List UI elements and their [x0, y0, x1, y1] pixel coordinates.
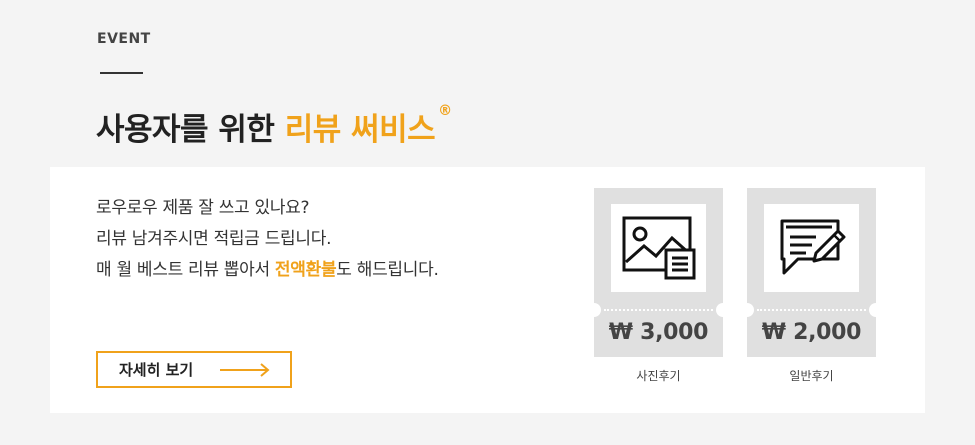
description-line: 매 월 베스트 리뷰 뽑아서 전액환불도 해드립니다. — [96, 255, 439, 286]
view-details-button[interactable]: 자세히 보기 — [96, 351, 292, 388]
full-refund-highlight: 전액환불 — [274, 260, 337, 280]
description-text: 도 해드립니다. — [336, 260, 439, 280]
ticket-notch — [740, 303, 754, 317]
title-prefix: 사용자를 위한 — [96, 112, 285, 148]
photo-review-icon — [622, 216, 695, 280]
ticket-icon-box — [611, 204, 706, 292]
ticket-perforation — [604, 309, 713, 311]
ticket-notch — [869, 303, 883, 317]
title-accent: 리뷰 써비스 — [284, 112, 436, 148]
view-details-label: 자세히 보기 — [119, 361, 194, 379]
review-service-card: 로우로우 제품 잘 쓰고 있나요? 리뷰 남겨주시면 적립금 드립니다. 매 월… — [50, 167, 925, 413]
title-divider — [100, 72, 143, 74]
service-description: 로우로우 제품 잘 쓰고 있나요? 리뷰 남겨주시면 적립금 드립니다. 매 월… — [96, 193, 439, 286]
text-review-reward: ₩ 2,000 — [761, 320, 862, 345]
ticket-notch — [587, 303, 601, 317]
event-label: EVENT — [97, 31, 151, 47]
photo-review-ticket: ₩ 3,000 — [587, 188, 730, 357]
arrow-right-icon — [220, 363, 270, 377]
text-review-caption: 일반후기 — [789, 369, 834, 383]
ticket-perforation — [757, 309, 866, 311]
review-event-banner: EVENT 사용자를 위한 리뷰 써비스® 로우로우 제품 잘 쓰고 있나요? … — [0, 0, 975, 445]
description-text: 매 월 베스트 리뷰 뽑아서 — [96, 260, 275, 280]
photo-review-caption: 사진후기 — [636, 369, 681, 383]
description-line: 로우로우 제품 잘 쓰고 있나요? — [96, 198, 310, 218]
registered-mark: ® — [438, 102, 452, 119]
text-review-icon — [780, 219, 845, 275]
text-review-ticket: ₩ 2,000 — [740, 188, 883, 357]
ticket-notch — [716, 303, 730, 317]
description-line: 리뷰 남겨주시면 적립금 드립니다. — [96, 229, 332, 249]
page-title: 사용자를 위한 리뷰 써비스® — [96, 102, 452, 149]
ticket-icon-box — [764, 204, 859, 292]
photo-review-reward: ₩ 3,000 — [608, 320, 709, 345]
